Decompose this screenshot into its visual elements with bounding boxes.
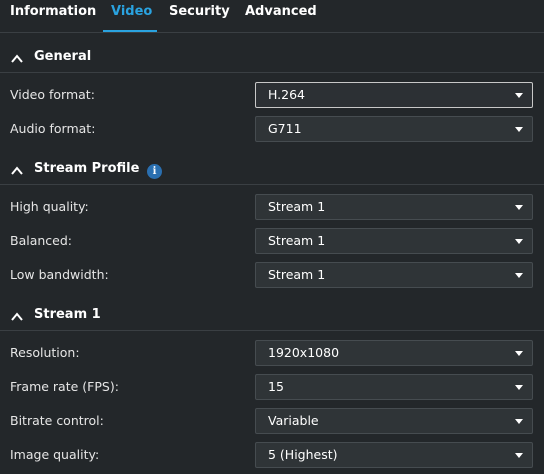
image-quality-select[interactable]: 5 (Highest) [255, 442, 533, 468]
section-title: General [34, 49, 92, 64]
select-value: H.264 [268, 87, 306, 102]
bitrate-control-label: Bitrate control: [10, 413, 104, 428]
bitrate-control-select[interactable]: Variable [255, 408, 533, 434]
image-quality-label: Image quality: [10, 447, 100, 462]
tab-information[interactable]: Information [10, 4, 96, 19]
section-title: Stream 1 [34, 307, 101, 322]
tab-advanced[interactable]: Advanced [245, 4, 317, 19]
low-bandwidth-label: Low bandwidth: [10, 267, 109, 282]
select-value: Stream 1 [268, 233, 326, 248]
high-quality-select[interactable]: Stream 1 [255, 194, 533, 220]
chevron-up-icon[interactable] [10, 52, 24, 66]
video-format-label: Video format: [10, 87, 95, 102]
tab-security[interactable]: Security [169, 4, 230, 19]
chevron-up-icon[interactable] [10, 310, 24, 324]
select-value: 5 (Highest) [268, 447, 338, 462]
select-value: Variable [268, 413, 319, 428]
audio-format-label: Audio format: [10, 121, 96, 136]
frame-rate-select[interactable]: 15 [255, 374, 533, 400]
low-bandwidth-select[interactable]: Stream 1 [255, 262, 533, 288]
select-value: 1920x1080 [268, 345, 340, 360]
chevron-down-icon [515, 453, 523, 458]
chevron-down-icon [515, 419, 523, 424]
chevron-down-icon [515, 205, 523, 210]
balanced-label: Balanced: [10, 233, 72, 248]
select-value: G711 [268, 121, 302, 136]
select-value: 15 [268, 379, 284, 394]
section-title: Stream Profile [34, 161, 140, 176]
section-stream-profile-header[interactable]: Stream Profile i [0, 158, 544, 185]
resolution-select[interactable]: 1920x1080 [255, 340, 533, 366]
select-value: Stream 1 [268, 199, 326, 214]
chevron-down-icon [515, 93, 523, 98]
chevron-down-icon [515, 351, 523, 356]
resolution-label: Resolution: [10, 345, 80, 360]
active-tab-indicator [103, 30, 157, 32]
chevron-up-icon[interactable] [10, 164, 24, 178]
chevron-down-icon [515, 385, 523, 390]
video-format-select[interactable]: H.264 [255, 82, 533, 108]
tab-bar: Information Video Security Advanced [0, 0, 544, 33]
high-quality-label: High quality: [10, 199, 89, 214]
section-general-header[interactable]: General [0, 46, 544, 73]
audio-format-select[interactable]: G711 [255, 116, 533, 142]
chevron-down-icon [515, 127, 523, 132]
select-value: Stream 1 [268, 267, 326, 282]
frame-rate-label: Frame rate (FPS): [10, 379, 119, 394]
chevron-down-icon [515, 273, 523, 278]
section-stream1-header[interactable]: Stream 1 [0, 304, 544, 331]
chevron-down-icon [515, 239, 523, 244]
tab-video[interactable]: Video [111, 4, 152, 19]
balanced-select[interactable]: Stream 1 [255, 228, 533, 254]
info-icon[interactable]: i [147, 164, 162, 179]
